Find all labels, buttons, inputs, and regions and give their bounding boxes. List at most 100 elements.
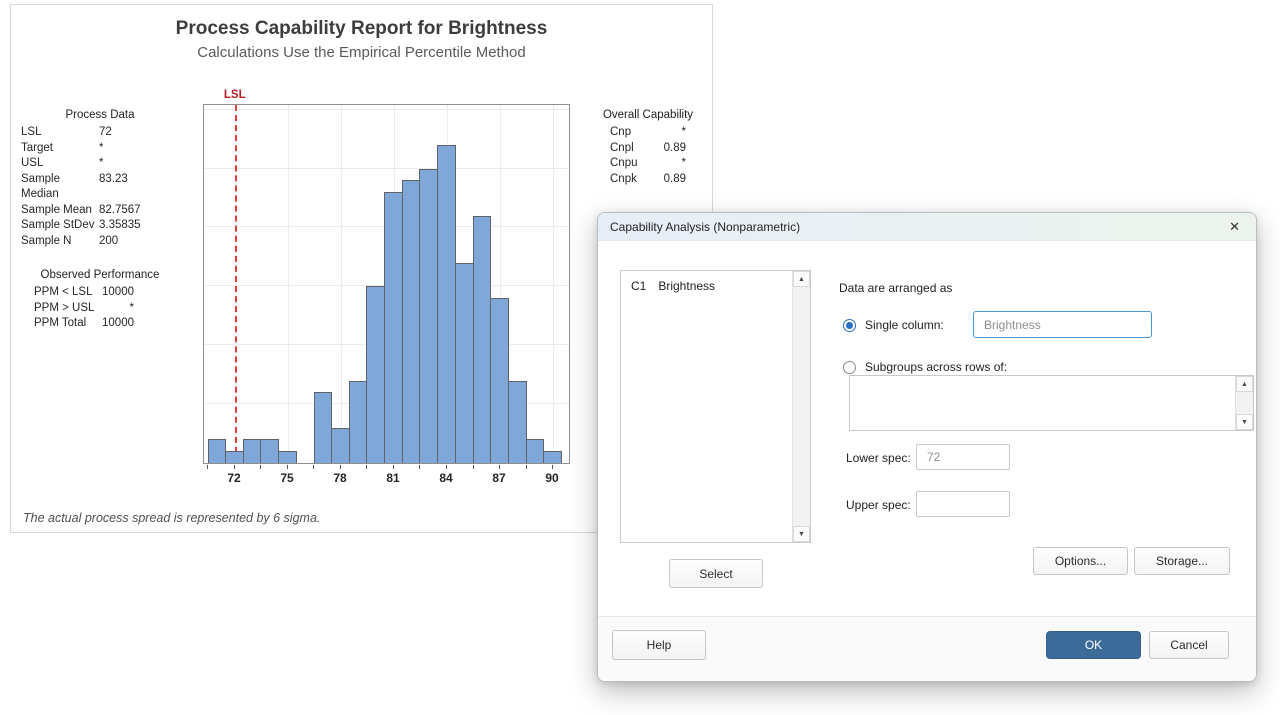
process-data-panel: Process Data LSL72Target*USL*Sample Medi…: [11, 107, 189, 332]
stat-row: Sample N200: [11, 234, 189, 250]
stat-value: 10000: [100, 316, 134, 332]
close-button[interactable]: ✕: [1225, 218, 1244, 235]
stat-row: Cnp*: [598, 125, 698, 141]
stat-row: PPM > USL*: [11, 301, 189, 317]
stat-value: 82.7567: [99, 203, 141, 219]
axis-tick-label: 84: [439, 471, 452, 485]
single-column-input[interactable]: [973, 311, 1152, 338]
single-column-label: Single column:: [865, 318, 944, 332]
select-button[interactable]: Select: [669, 559, 763, 588]
histogram-plot: [203, 104, 570, 464]
observed-performance-rows: PPM < LSL10000PPM > USL*PPM Total10000: [11, 285, 189, 332]
capability-analysis-dialog: Capability Analysis (Nonparametric) ✕ C1…: [597, 212, 1257, 682]
scroll-up-button[interactable]: ▲: [793, 271, 810, 287]
chart-subtitle: Calculations Use the Empirical Percentil…: [11, 44, 712, 61]
histogram-bar: [473, 216, 491, 463]
stat-row: Sample Mean82.7567: [11, 203, 189, 219]
stat-label: PPM Total: [34, 316, 100, 332]
scroll-down-icon: ▼: [1241, 419, 1248, 426]
stat-value: 10000: [100, 285, 134, 301]
subgroups-radio[interactable]: [843, 361, 856, 374]
stat-value: 3.35835: [99, 218, 141, 234]
listbox-scrollbar[interactable]: ▲ ▼: [792, 271, 810, 542]
stat-label: USL: [21, 156, 99, 172]
histogram-bar: [366, 286, 385, 463]
histogram-bar: [384, 192, 403, 463]
stat-value: 200: [99, 234, 118, 250]
histogram-bar: [490, 298, 509, 463]
axis-tick: [287, 465, 288, 469]
scroll-down-button[interactable]: ▼: [1236, 414, 1253, 430]
upper-spec-label: Upper spec:: [846, 498, 911, 512]
ok-button[interactable]: OK: [1046, 631, 1141, 659]
stat-row: Cnpl0.89: [598, 141, 698, 157]
chart-footnote: The actual process spread is represented…: [23, 511, 320, 525]
stat-label: Sample StDev: [21, 218, 99, 234]
axis-tick: [526, 465, 527, 469]
cancel-button[interactable]: Cancel: [1149, 631, 1229, 659]
stat-label: Cnpk: [610, 172, 658, 188]
options-button[interactable]: Options...: [1033, 547, 1128, 575]
stat-value: *: [99, 156, 103, 172]
gridline-horizontal: [204, 109, 569, 110]
axis-tick: [313, 465, 314, 469]
axis-tick: [260, 465, 261, 469]
subgroups-textarea[interactable]: ▲ ▼: [849, 375, 1254, 431]
stat-label: PPM > USL: [34, 301, 100, 317]
dialog-footer: Help OK Cancel: [598, 616, 1256, 681]
subgroups-option[interactable]: Subgroups across rows of:: [843, 360, 1007, 374]
overall-capability-title: Overall Capability: [598, 107, 698, 123]
stat-label: Sample Mean: [21, 203, 99, 219]
single-column-option[interactable]: Single column:: [843, 318, 944, 332]
stat-row: Sample Median83.23: [11, 172, 189, 203]
stat-value: *: [658, 125, 686, 141]
histogram-bar: [278, 451, 297, 463]
axis-tick-label: 75: [280, 471, 293, 485]
process-data-rows: LSL72Target*USL*Sample Median83.23Sample…: [11, 125, 189, 249]
axis-tick: [446, 465, 447, 469]
axis-tick: [419, 465, 420, 469]
columns-listbox[interactable]: C1 Brightness ▲ ▼: [620, 270, 811, 543]
axis-tick: [340, 465, 341, 469]
stat-label: Cnpu: [610, 156, 658, 172]
scroll-down-icon: ▼: [798, 531, 805, 538]
histogram-bar: [243, 439, 261, 463]
stat-value: *: [658, 156, 686, 172]
lsl-reference-line: [235, 105, 237, 463]
overall-capability-panel: Overall Capability Cnp*Cnpl0.89Cnpu*Cnpk…: [598, 107, 698, 187]
axis-tick: [473, 465, 474, 469]
stat-row: Sample StDev3.35835: [11, 218, 189, 234]
subgroups-scrollbar[interactable]: ▲ ▼: [1235, 376, 1253, 430]
axis-tick: [552, 465, 553, 469]
help-button[interactable]: Help: [612, 630, 706, 660]
histogram-bar: [455, 263, 474, 463]
stat-label: Cnp: [610, 125, 658, 141]
upper-spec-input[interactable]: [916, 491, 1010, 517]
lower-spec-input[interactable]: [916, 444, 1010, 470]
storage-button[interactable]: Storage...: [1134, 547, 1230, 575]
observed-performance-title: Observed Performance: [11, 267, 189, 283]
stat-value: 0.89: [658, 172, 686, 188]
stat-row: USL*: [11, 156, 189, 172]
process-data-title: Process Data: [11, 107, 189, 123]
scroll-up-button[interactable]: ▲: [1236, 376, 1253, 392]
stat-label: LSL: [21, 125, 99, 141]
scroll-down-button[interactable]: ▼: [793, 526, 810, 542]
axis-tick: [499, 465, 500, 469]
stat-row: PPM Total10000: [11, 316, 189, 332]
stat-value: *: [99, 141, 103, 157]
axis-tick-label: 87: [492, 471, 505, 485]
stat-value: *: [100, 301, 134, 317]
histogram-bar: [208, 439, 226, 463]
stat-row: Cnpk0.89: [598, 172, 698, 188]
histogram-bar: [543, 451, 562, 463]
column-list-item[interactable]: C1 Brightness: [621, 271, 810, 293]
axis-tick: [207, 465, 208, 469]
axis-tick-label: 72: [227, 471, 240, 485]
stat-label: Sample N: [21, 234, 99, 250]
stat-row: LSL72: [11, 125, 189, 141]
single-column-radio[interactable]: [843, 319, 856, 332]
column-name: Brightness: [658, 279, 715, 293]
gridline-horizontal: [204, 168, 569, 169]
lower-spec-label: Lower spec:: [846, 451, 911, 465]
